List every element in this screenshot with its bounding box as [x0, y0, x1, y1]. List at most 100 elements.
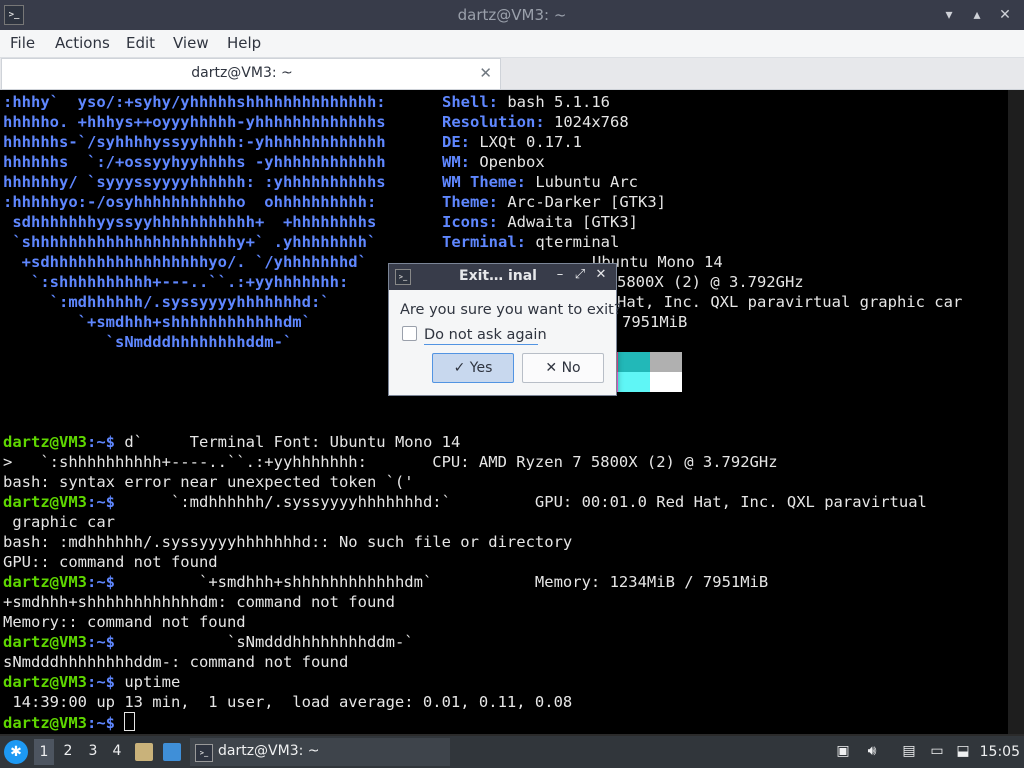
dialog-title: Exit… inal [459, 268, 537, 284]
info-row: Resolution: 1024x768 [442, 113, 629, 131]
tab-close-icon[interactable]: ✕ [479, 64, 492, 82]
output-line: > `:shhhhhhhhhh+----..``.:+yyhhhhhhh: CP… [3, 453, 778, 471]
network-icon[interactable]: ▭ [928, 743, 946, 759]
dialog-app-icon: >_ [395, 269, 411, 285]
tab-terminal[interactable]: dartz@VM3: ~ ✕ [1, 58, 501, 89]
workspace-4[interactable]: 4 [107, 743, 127, 759]
terminal-icon: >_ [195, 744, 213, 762]
info-row: WM: Openbox [442, 153, 545, 171]
command-text: `:mdhhhhhh/.syssyyyyhhhhhhhd:` GPU: 00:0… [115, 493, 927, 511]
info-row: Icons: Adwaita [GTK3] [442, 213, 638, 231]
text-cursor [124, 712, 136, 731]
logo-line: `:mdhhhhhh/.syssyyyyhhhhhhhd:` [3, 293, 330, 311]
clock: 15:05 [979, 744, 1020, 760]
color-swatch [650, 352, 682, 372]
menu-help[interactable]: Help [227, 34, 261, 52]
clipboard-icon[interactable]: ▤ [900, 743, 918, 759]
taskbar-task-terminal[interactable]: >_ dartz@VM3: ~ [190, 738, 450, 766]
command-text: uptime [115, 673, 181, 691]
logo-line: `:shhhhhhhhhh+---..``.:+yyhhhhhhh: [3, 273, 349, 291]
workspace-2[interactable]: 2 [58, 743, 78, 759]
command-text [115, 714, 124, 732]
menu-actions[interactable]: Actions [55, 34, 110, 52]
task-title: dartz@VM3: ~ [218, 743, 320, 759]
output-line: +smdhhh+shhhhhhhhhhhhdm: command not fou… [3, 593, 395, 611]
dialog-maximize-button[interactable]: ⤢ [571, 267, 589, 282]
window-titlebar[interactable]: >_ dartz@VM3: ~ ▾ ▴ ✕ [0, 0, 1024, 30]
command-text: d` Terminal Font: Ubuntu Mono 14 [115, 433, 461, 451]
terminal-output[interactable]: :hhhy` yso/:+syhy/yhhhhhshhhhhhhhhhhhhh:… [0, 90, 1008, 734]
prompt-path: :~$ [87, 673, 115, 691]
do-not-ask-label[interactable]: Do not ask again [424, 327, 547, 343]
info-row: DE: LXQt 0.17.1 [442, 133, 582, 151]
info-row: Shell: bash 5.1.16 [442, 93, 610, 111]
logo-line: sdhhhhhhhyyssyyhhhhhhhhhhh+ +hhhhhhhhs [3, 213, 377, 231]
exit-confirm-dialog: >_ Exit… inal – ⤢ ✕ Are you sure you wan… [388, 263, 622, 396]
output-line: graphic car [3, 513, 115, 531]
info-row: Theme: Arc-Darker [GTK3] [442, 193, 666, 211]
color-swatch [618, 372, 650, 392]
prompt-user-host: dartz@VM3 [3, 433, 87, 451]
logo-line: :hhhy` yso/:+syhy/yhhhhhshhhhhhhhhhhhhh: [3, 93, 386, 111]
prompt-user-host: dartz@VM3 [3, 573, 87, 591]
color-swatch [618, 352, 650, 372]
prompt-path: :~$ [87, 633, 115, 651]
logo-line: hhhhhhs `:/+ossyyhyyhhhhs -yhhhhhhhhhhhh [3, 153, 386, 171]
output-line: bash: syntax error near unexpected token… [3, 473, 414, 491]
prompt-line: dartz@VM3:~$ `+smdhhh+shhhhhhhhhhhhdm` M… [3, 572, 768, 592]
info-row: Terminal: qterminal [442, 233, 620, 251]
show-desktop-icon[interactable] [163, 743, 181, 761]
prompt-user-host: dartz@VM3 [3, 673, 87, 691]
terminal-scrollbar[interactable] [1008, 90, 1024, 734]
output-line: sNmdddhhhhhhhhddm-: command not found [3, 653, 349, 671]
no-button[interactable]: ✕ No [522, 353, 604, 383]
info-row-partial: Hat, Inc. QXL paravirtual graphic car [617, 293, 963, 311]
update-icon[interactable]: ⬓ [954, 743, 972, 759]
workspace-1[interactable]: 1 [34, 739, 54, 765]
dialog-minimize-button[interactable]: – [551, 267, 569, 282]
minimize-button[interactable]: ▾ [938, 4, 960, 26]
logo-line: `sNmdddhhhhhhhhddm-` [3, 333, 293, 351]
prompt-user-host: dartz@VM3 [3, 633, 87, 651]
file-manager-icon[interactable] [135, 743, 153, 761]
menu-file[interactable]: File [10, 34, 35, 52]
prompt-path: :~$ [87, 433, 115, 451]
do-not-ask-checkbox[interactable] [402, 326, 417, 341]
output-line: Memory:: command not found [3, 613, 246, 631]
logo-line: :hhhhhyo:-/osyhhhhhhhhhhho ohhhhhhhhhh: [3, 193, 377, 211]
info-row-partial: 7951MiB [622, 313, 688, 331]
logo-line: hhhhho. +hhhys++oyyyhhhhh-yhhhhhhhhhhhhh… [3, 113, 386, 131]
close-button[interactable]: ✕ [994, 4, 1016, 26]
prompt-path: :~$ [87, 573, 115, 591]
info-row-partial: 5800X (2) @ 3.792GHz [617, 273, 804, 291]
color-swatch [650, 372, 682, 392]
monitor-icon[interactable]: ▣ [834, 743, 852, 759]
prompt-user-host: dartz@VM3 [3, 714, 87, 732]
logo-line: `shhhhhhhhhhhhhhhhhhhhhhy+` .yhhhhhhhh` [3, 233, 377, 251]
prompt-line: dartz@VM3:~$ [3, 712, 136, 732]
logo-line: +sdhhhhhhhhhhhhhhhhhyo/. `/yhhhhhhhd` [3, 253, 367, 271]
logo-line: hhhhhhy/ `syyyssyyyyhhhhhh: :yhhhhhhhhhh… [3, 173, 386, 191]
menu-view[interactable]: View [173, 34, 209, 52]
prompt-line: dartz@VM3:~$ `sNmdddhhhhhhhhddm-` [3, 632, 414, 652]
focus-underline [424, 344, 538, 345]
taskbar: ✱ 1 2 3 4 >_ dartz@VM3: ~ ▣ 🔊︎ ▤ ▭ ⬓ 15:… [0, 736, 1024, 768]
dialog-titlebar[interactable]: >_ Exit… inal – ⤢ ✕ [389, 264, 616, 290]
command-text: `+smdhhh+shhhhhhhhhhhhdm` Memory: 1234Mi… [115, 573, 769, 591]
menubar: File Actions Edit View Help [0, 30, 1024, 58]
output-line: GPU:: command not found [3, 553, 218, 571]
maximize-button[interactable]: ▴ [966, 4, 988, 26]
dialog-close-button[interactable]: ✕ [592, 267, 610, 282]
output-line: 14:39:00 up 13 min, 1 user, load average… [3, 693, 573, 711]
logo-line: `+smdhhh+shhhhhhhhhhhhdm` [3, 313, 311, 331]
workspace-3[interactable]: 3 [83, 743, 103, 759]
logo-line: hhhhhhs-`/syhhhhyssyyhhhh:-yhhhhhhhhhhhh… [3, 133, 386, 151]
start-menu-icon[interactable]: ✱ [4, 740, 28, 764]
yes-button[interactable]: ✓ Yes [432, 353, 514, 383]
prompt-user-host: dartz@VM3 [3, 493, 87, 511]
menu-edit[interactable]: Edit [126, 34, 155, 52]
tab-bar: dartz@VM3: ~ ✕ [0, 58, 1024, 90]
prompt-path: :~$ [87, 493, 115, 511]
dialog-message: Are you sure you want to exit? [400, 302, 622, 318]
volume-icon[interactable]: 🔊︎ [863, 743, 881, 759]
